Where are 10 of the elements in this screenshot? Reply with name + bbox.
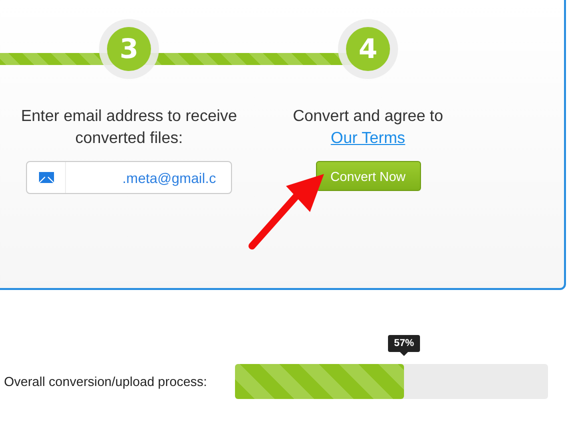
step-number: 3 <box>107 27 151 71</box>
terms-link[interactable]: Our Terms <box>330 128 406 150</box>
email-field[interactable]: .meta@gmail.c <box>26 161 232 194</box>
email-value[interactable]: .meta@gmail.c <box>66 162 226 193</box>
step-instruction: Enter email address to receive converted files: <box>20 107 238 149</box>
progress-label: Overall conversion/upload process: <box>3 374 208 389</box>
convert-button[interactable]: Convert Now <box>316 161 420 191</box>
step-instruction: Convert and agree to <box>292 107 444 127</box>
mail-icon <box>38 172 54 183</box>
step-number: 4 <box>346 27 390 71</box>
